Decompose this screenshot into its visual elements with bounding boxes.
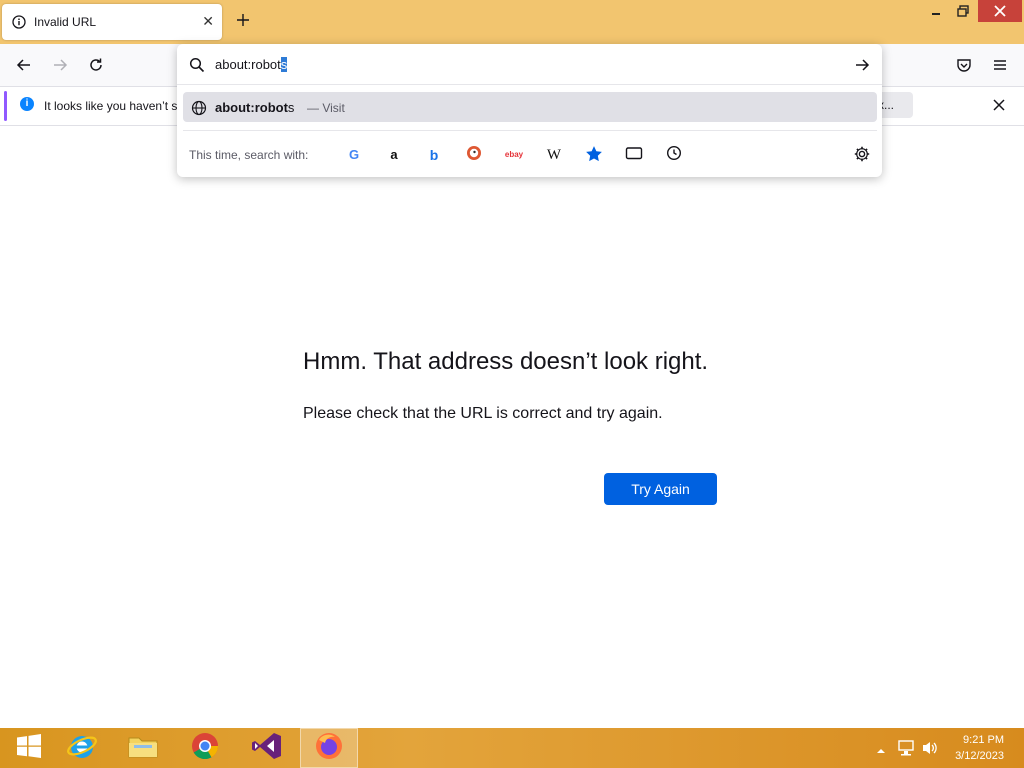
urlbar-dropdown: about:robots about:robots — Visit This t… <box>177 44 882 177</box>
clock-time: 9:21 PM <box>963 734 1004 746</box>
reload-icon[interactable] <box>88 57 104 78</box>
firefox-icon <box>314 731 344 766</box>
oneoff-divider <box>183 130 877 131</box>
tabs-icon[interactable] <box>624 145 644 165</box>
visual-studio-icon <box>251 731 283 766</box>
forward-arrow-icon[interactable] <box>52 57 68 78</box>
tab-invalid-url[interactable]: Invalid URL ✕ <box>2 4 222 40</box>
taskbar-visual-studio[interactable] <box>238 728 296 768</box>
system-clock[interactable]: 9:21 PM 3/12/2023 <box>940 732 1004 764</box>
error-title: Hmm. That address doesn’t look right. <box>303 348 709 375</box>
close-tab-icon[interactable]: ✕ <box>202 14 214 28</box>
info-circle-icon <box>12 15 26 34</box>
volume-icon[interactable] <box>921 740 939 761</box>
ebay-icon[interactable]: ebay <box>504 145 524 165</box>
history-icon[interactable] <box>664 145 684 165</box>
taskbar-file-explorer[interactable] <box>114 728 172 768</box>
url-input[interactable]: about:robots <box>177 44 882 85</box>
bing-icon[interactable]: b <box>424 145 444 165</box>
url-text[interactable]: about:robots <box>215 57 288 72</box>
suggestion-text: about:robots <box>215 100 294 115</box>
back-arrow-icon[interactable] <box>16 57 32 78</box>
start-button[interactable] <box>0 728 58 768</box>
notification-message: It looks like you haven’t s <box>44 99 178 113</box>
google-icon[interactable]: G <box>344 145 364 165</box>
menu-hamburger-icon[interactable] <box>992 57 1008 78</box>
taskbar-chrome[interactable] <box>176 728 234 768</box>
notification-accent <box>4 91 7 121</box>
network-icon[interactable] <box>897 740 915 761</box>
chrome-icon <box>190 731 220 766</box>
suggestion-action: — Visit <box>307 101 345 115</box>
show-hidden-icons-icon[interactable] <box>876 743 886 761</box>
taskbar-firefox[interactable] <box>300 728 358 768</box>
windows-taskbar <box>0 728 1024 768</box>
suggestion-bold: about:robot <box>215 100 288 115</box>
windows-logo-icon <box>16 733 42 763</box>
duckduckgo-icon[interactable] <box>464 145 484 165</box>
restore-window-button[interactable] <box>950 0 976 22</box>
search-icon <box>189 57 205 78</box>
try-again-button[interactable]: Try Again <box>604 473 717 505</box>
new-tab-icon[interactable] <box>235 12 251 33</box>
minimize-window-button[interactable] <box>922 0 950 22</box>
gear-icon[interactable] <box>853 145 871 168</box>
amazon-icon[interactable]: a <box>384 145 404 165</box>
pocket-icon[interactable] <box>956 57 972 78</box>
folder-icon <box>127 732 159 765</box>
wikipedia-icon[interactable]: W <box>544 145 564 165</box>
go-arrow-icon[interactable] <box>854 57 870 78</box>
info-icon: i <box>20 97 34 111</box>
oneoff-label: This time, search with: <box>189 148 309 162</box>
taskbar-internet-explorer[interactable] <box>53 728 111 768</box>
clock-date: 3/12/2023 <box>955 750 1004 762</box>
suggestion-row[interactable]: about:robots — Visit <box>183 92 877 122</box>
suggestion-rest: s <box>287 100 295 115</box>
close-notification-icon[interactable] <box>991 97 1007 118</box>
browser-titlebar: Invalid URL ✕ <box>0 0 1024 44</box>
internet-explorer-icon <box>66 731 98 766</box>
globe-icon <box>191 100 207 121</box>
url-selected-text: s <box>280 57 288 72</box>
url-typed-text: about:robot <box>215 57 281 72</box>
close-window-button[interactable] <box>978 0 1022 22</box>
error-description: Please check that the URL is correct and… <box>303 405 663 422</box>
bookmarks-icon[interactable] <box>584 145 604 165</box>
tab-title: Invalid URL <box>34 15 97 29</box>
